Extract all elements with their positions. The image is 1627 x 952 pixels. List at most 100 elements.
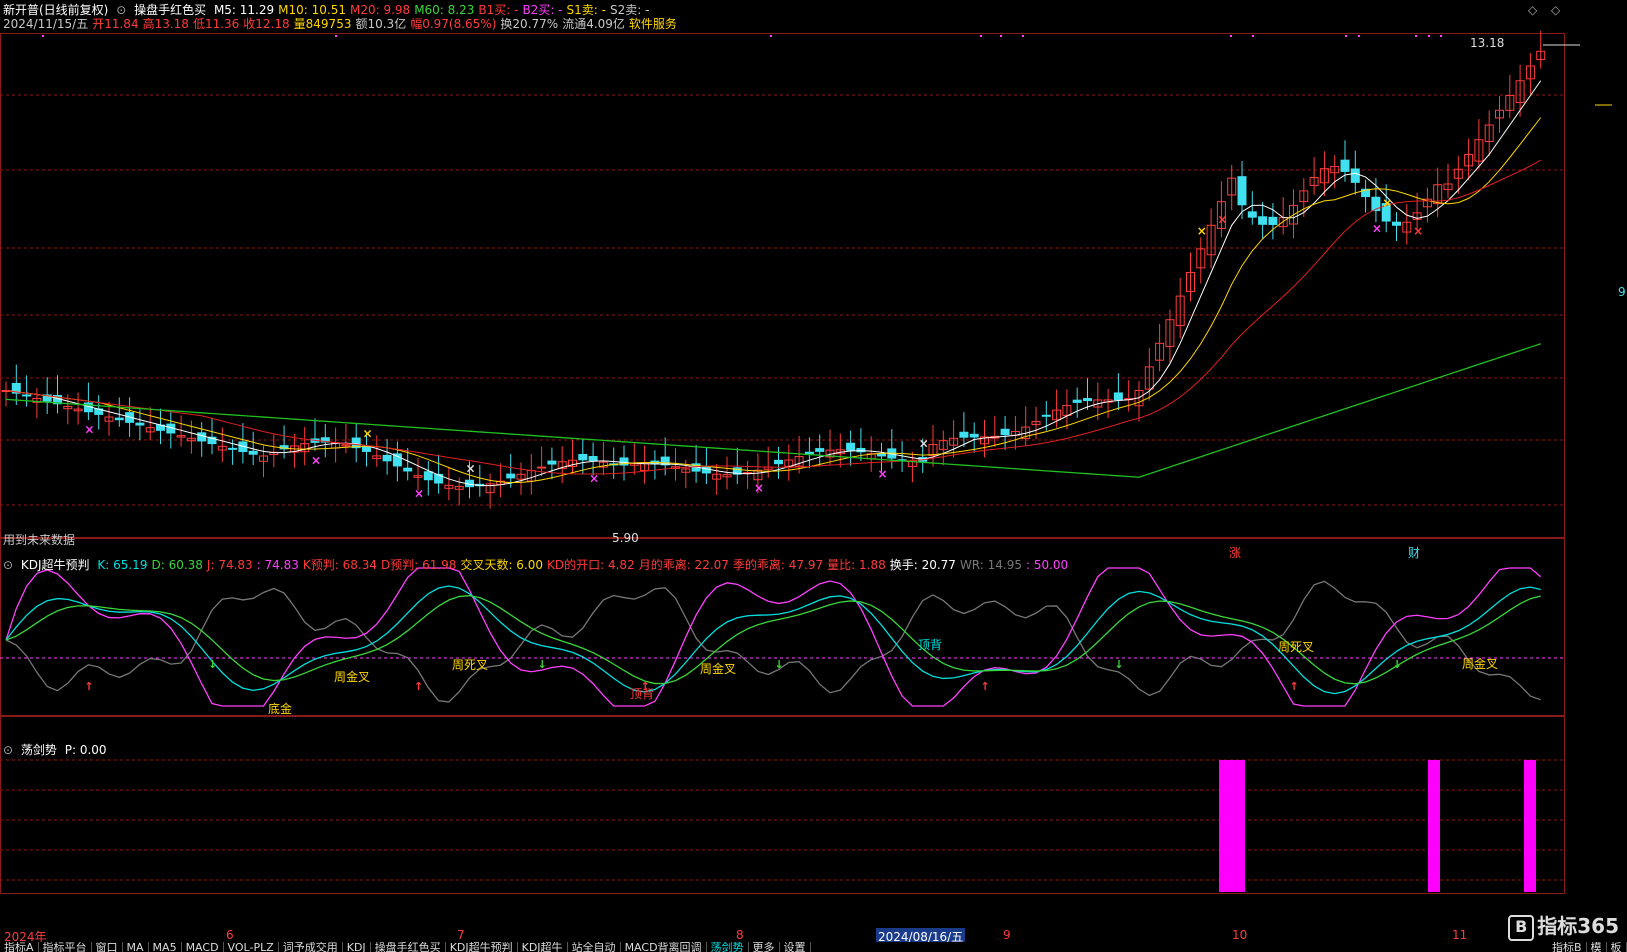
candle-body-94 bbox=[969, 433, 979, 438]
kdj-value-2: J: 74.83 bbox=[206, 558, 253, 572]
candle-body-39 bbox=[403, 467, 413, 472]
logo-text: 指标365 bbox=[1537, 914, 1619, 938]
sell-marker-0: × bbox=[84, 423, 94, 437]
kdj-value-4: K预判: 68.34 bbox=[302, 558, 377, 572]
candle-body-35 bbox=[362, 445, 371, 452]
kdj-value-10: 量比: 1.88 bbox=[827, 558, 886, 572]
right-tab-0[interactable]: 指标B bbox=[1548, 942, 1587, 952]
candle-body-121 bbox=[1247, 211, 1257, 218]
axis-label-2: 7 bbox=[457, 928, 465, 942]
kdj-annotation-2: 周死叉 bbox=[452, 658, 489, 672]
candle-body-82 bbox=[846, 442, 856, 451]
ma10-line bbox=[5, 117, 1542, 484]
tab-5[interactable]: MACD bbox=[182, 942, 224, 952]
dangjian-header: ⊙ 荡剑势 P: 0.00 bbox=[3, 743, 111, 757]
tab-0[interactable]: 指标A bbox=[0, 942, 39, 952]
candle-body-104 bbox=[1072, 399, 1082, 403]
badge-zhang[interactable]: 涨 bbox=[1229, 544, 1241, 561]
tab-1[interactable]: 指标平台 bbox=[39, 942, 92, 952]
kdj-header: ⊙ KDJ超牛预判 K: 65.19 D: 60.38 J: 74.83: 74.8… bbox=[3, 558, 1076, 572]
top-dot-4 bbox=[1000, 35, 1002, 37]
future-data-note: 用到未来数据 bbox=[3, 533, 76, 547]
kdj-arrow-3: ↓ bbox=[538, 658, 547, 671]
kdj-annotation-5: 顶背 bbox=[918, 638, 943, 652]
top-dot-8 bbox=[1345, 35, 1347, 37]
right-tab-1[interactable]: 模 bbox=[1587, 942, 1607, 952]
bottom-tab-bar: 指标A 指标平台 窗口 MA MA5 MACD VOL-PLZ 词予成交用 KDJ 操盘手红色买 K… bbox=[0, 942, 1627, 952]
candle-body-2 bbox=[22, 394, 32, 397]
tab-7[interactable]: 词予成交用 bbox=[279, 942, 343, 952]
tab-13[interactable]: MACD背离回调 bbox=[621, 942, 707, 952]
sell-marker-5: × bbox=[878, 467, 888, 481]
kdj-value-9: 季的乖离: 47.97 bbox=[732, 558, 824, 572]
sell-marker-2: × bbox=[414, 487, 424, 501]
tab-10[interactable]: KDJ超牛预判 bbox=[446, 942, 518, 952]
top-dot-10 bbox=[1415, 35, 1417, 37]
kdj-value-0: K: 65.19 bbox=[97, 558, 148, 572]
top-dot-7 bbox=[1252, 35, 1254, 37]
candle-body-120 bbox=[1237, 176, 1247, 206]
tab-15[interactable]: 更多 bbox=[749, 942, 780, 952]
dangjian-toggle-icon[interactable]: ⊙ bbox=[3, 743, 13, 757]
top-dot-2 bbox=[770, 35, 772, 37]
top-dot-9 bbox=[1358, 35, 1360, 37]
kdj-value-5: D预判: 61.98 bbox=[380, 558, 457, 572]
kdj-annotation-4: 周金叉 bbox=[700, 662, 737, 676]
dangjian-title[interactable]: 荡剑势 bbox=[21, 743, 57, 757]
kdj-value-6: 交叉天数: 6.00 bbox=[460, 558, 544, 572]
kdj-toggle-icon[interactable]: ⊙ bbox=[3, 558, 13, 572]
sell-marker-8: × bbox=[1413, 224, 1423, 238]
kdj-value-12: WR: 14.95 bbox=[959, 558, 1022, 572]
dangjian-bar-2 bbox=[1428, 760, 1440, 892]
top-dot-11 bbox=[1428, 35, 1430, 37]
axis-label-6: 10 bbox=[1232, 928, 1248, 942]
tab-8[interactable]: KDJ bbox=[343, 942, 371, 952]
chart-canvas[interactable]: ×××××××× ××××××↑↓↑↓↑↓↑↓↑↓ bbox=[0, 0, 1627, 952]
buy-marker-1: × bbox=[1197, 224, 1207, 238]
dangjian-bar-3 bbox=[1524, 760, 1536, 892]
kdj-arrow-0: ↑ bbox=[84, 680, 93, 693]
kdj-annotation-3: 顶背 bbox=[630, 687, 655, 701]
candle-body-79 bbox=[815, 448, 825, 452]
buy-marker-0: × bbox=[363, 426, 373, 440]
candle-body-105 bbox=[1083, 398, 1092, 402]
ma20-line bbox=[5, 159, 1541, 475]
tab-11[interactable]: KDJ超牛 bbox=[518, 942, 568, 952]
top-dot-5 bbox=[1022, 35, 1024, 37]
kdj-value-8: 月的乖离: 22.07 bbox=[638, 558, 729, 572]
kdj-j-line bbox=[5, 567, 1542, 707]
tab-6[interactable]: VOL-PLZ bbox=[224, 942, 279, 952]
kdj-arrow-5: ↓ bbox=[775, 658, 784, 671]
candle-body-24 bbox=[248, 450, 258, 455]
badge-cai[interactable]: 财 bbox=[1408, 544, 1420, 561]
tab-12[interactable]: 站全自动 bbox=[568, 942, 621, 952]
top-dot-1 bbox=[335, 35, 337, 37]
buy-marker-2: × bbox=[1382, 196, 1392, 210]
candle-body-49 bbox=[506, 473, 516, 479]
sell-marker-3: × bbox=[589, 471, 599, 485]
tab-3[interactable]: MA bbox=[123, 942, 149, 952]
ma60-line bbox=[5, 343, 1541, 478]
candle-body-57 bbox=[588, 455, 598, 461]
candle-body-130 bbox=[1340, 159, 1350, 172]
candle-body-101 bbox=[1041, 414, 1051, 417]
tab-14[interactable]: 荡剑势 bbox=[707, 942, 749, 952]
high-price-label: 13.18 bbox=[1470, 36, 1505, 50]
kdj-value-7: KD的开口: 4.82 bbox=[547, 558, 635, 572]
candle-body-97 bbox=[1000, 428, 1010, 436]
tab-16[interactable]: 设置 bbox=[780, 942, 811, 952]
top-dot-3 bbox=[980, 35, 982, 37]
tab-9[interactable]: 操盘手红色买 bbox=[371, 942, 446, 952]
sell-marker-7: × bbox=[1372, 222, 1382, 236]
candle-body-19 bbox=[197, 432, 207, 442]
kdj-title[interactable]: KDJ超牛预判 bbox=[21, 558, 90, 572]
low-price-label: 5.90 bbox=[612, 531, 639, 545]
tab-2[interactable]: 窗口 bbox=[92, 942, 123, 952]
right-tab-2[interactable]: 板 bbox=[1607, 942, 1627, 952]
tab-4[interactable]: MA5 bbox=[149, 942, 182, 952]
candle-body-93 bbox=[959, 431, 969, 438]
kdj-arrow-1: ↓ bbox=[208, 658, 217, 671]
right-edge-label: 9 bbox=[1618, 285, 1626, 299]
sell-marker-6: × bbox=[1217, 213, 1227, 227]
candle-body-41 bbox=[423, 471, 433, 481]
